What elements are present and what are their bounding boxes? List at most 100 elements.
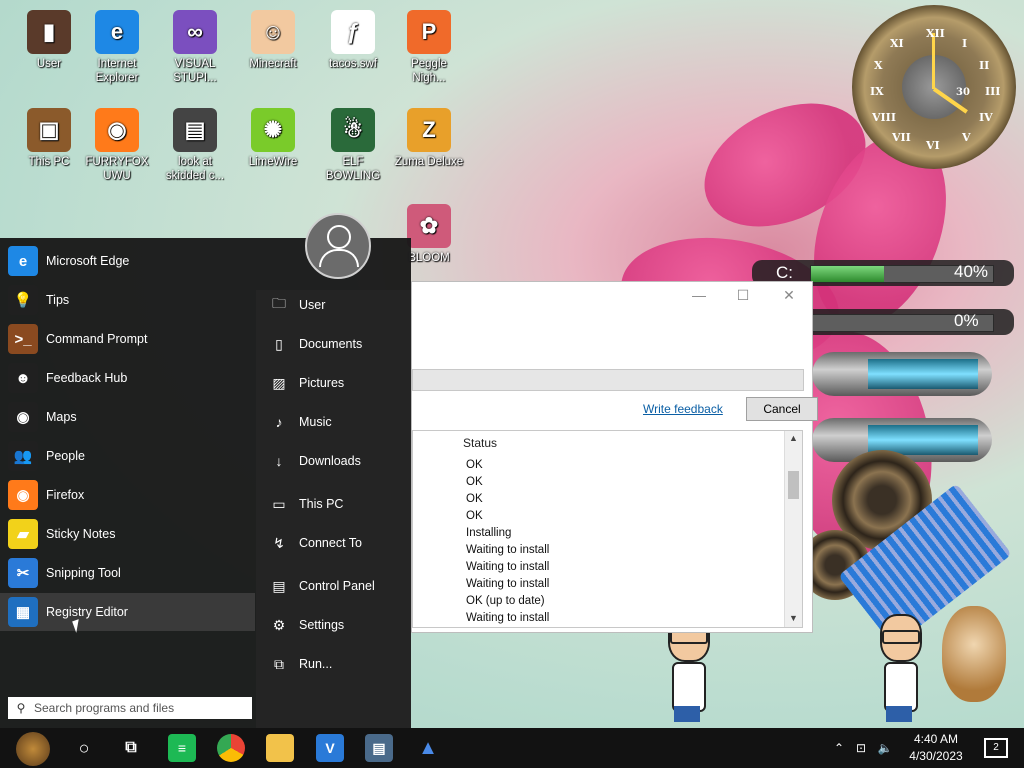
desktop-icon[interactable]: e Internet Explorer (82, 10, 152, 85)
volume-muted-icon[interactable]: 🔈 (874, 741, 896, 755)
drive-usage-fill (811, 266, 884, 282)
pictures-icon: ▨ (272, 374, 286, 391)
start-places-list: 🗀 User ▯ Documents ▨ Pictures ♪ Music ↓ Downloads… (256, 290, 411, 728)
start-search-box[interactable]: ⚲ Search programs and files (8, 697, 252, 719)
status-row: Waiting to install (466, 544, 550, 556)
status-column-header[interactable]: Status (463, 436, 497, 450)
package-status-list: Status OK OK OK OK Installing Waiting to inst… (412, 430, 803, 628)
cortana-icon[interactable]: ○ (70, 734, 98, 762)
maximize-button[interactable]: ☐ (732, 286, 754, 304)
decorative-tube (868, 359, 978, 389)
desktop-icon-image: ☃ (331, 108, 375, 152)
app-icon: e (8, 246, 38, 276)
clock-numeral: IV (979, 111, 993, 124)
app-label: Microsoft Edge (46, 254, 130, 268)
start-app-item[interactable]: ◉ Firefox (0, 476, 255, 514)
desktop-icon[interactable]: ☃ ELF BOWLING (318, 108, 388, 183)
desktop-icon-image: ▮ (27, 10, 71, 54)
drive-percent: 40% (954, 262, 989, 281)
app-label: Sticky Notes (46, 527, 116, 541)
user-avatar[interactable] (305, 213, 371, 279)
documents-icon: ▯ (275, 335, 283, 352)
desktop-icon-image: ☺ (251, 10, 295, 54)
start-app-item[interactable]: ▦ Registry Editor (0, 593, 255, 631)
start-button[interactable] (16, 732, 50, 766)
desktop-icon-label: FURRYFOX UWU (85, 156, 149, 182)
start-app-item[interactable]: ▰ Sticky Notes (0, 515, 255, 553)
desktop-icon-label: look at skidded c... (165, 156, 225, 182)
desktop-icon[interactable]: ∞ VISUAL STUPI... (160, 10, 230, 85)
status-row: OK (466, 510, 483, 522)
status-row: OK (466, 493, 483, 505)
drive-percent: 0% (954, 311, 979, 330)
start-place-item[interactable]: ▭ This PC (268, 489, 343, 519)
desktop-icon-image: P (407, 10, 451, 54)
desktop-icon[interactable]: P Peggle Nigh... (394, 10, 464, 85)
desktop-icon[interactable]: ƒ tacos.swf (318, 10, 388, 71)
scroll-down-icon[interactable]: ▼ (789, 613, 798, 623)
start-app-item[interactable]: 💡 Tips (0, 281, 255, 319)
clock-numeral: IX (870, 85, 884, 98)
chevron-up-icon[interactable]: ⌃ (830, 741, 848, 755)
desktop-icon[interactable]: Z Zuma Deluxe (394, 108, 464, 169)
connect-to-icon: ↯ (273, 534, 285, 551)
start-app-item[interactable]: ◉ Maps (0, 398, 255, 436)
clock-numeral: X (874, 59, 883, 72)
user-folder-icon: 🗀 (272, 295, 286, 311)
scroll-up-icon[interactable]: ▲ (789, 433, 798, 443)
desktop-icon-image: ◉ (95, 108, 139, 152)
start-place-item[interactable]: ↓ Downloads (268, 446, 361, 476)
start-place-item[interactable]: ▤ Control Panel (268, 571, 374, 601)
clock-gadget: XII I II III IV V VI VII VIII IX X XI 30 (852, 5, 1016, 169)
desktop-icon-label: LimeWire (248, 156, 298, 168)
network-icon[interactable]: ⊡ (848, 741, 874, 755)
desktop-icon[interactable]: ▮ User (14, 10, 84, 71)
start-app-item[interactable]: ✂ Snipping Tool (0, 554, 255, 592)
place-label: This PC (299, 497, 344, 511)
start-app-item[interactable]: >_ Command Prompt (0, 320, 255, 358)
desktop-icon[interactable]: ✺ LimeWire (238, 108, 308, 169)
spreadsheet-app-icon[interactable]: ≡ (168, 734, 196, 762)
desktop-icon[interactable]: ▤ look at skidded c... (160, 108, 230, 183)
write-feedback-link[interactable]: Write feedback (643, 402, 723, 416)
desktop-icon[interactable]: ▣ This PC (14, 108, 84, 169)
clock-numeral: V (962, 131, 971, 144)
start-app-item[interactable]: e Microsoft Edge (0, 242, 255, 280)
start-place-item[interactable]: ▯ Documents (268, 329, 362, 359)
cancel-button[interactable]: Cancel (746, 397, 818, 421)
start-place-item[interactable]: ▨ Pictures (268, 368, 344, 398)
status-row: OK (466, 476, 483, 488)
start-place-item[interactable]: ⧉ Run... (268, 649, 332, 679)
clock-numeral: VI (926, 139, 940, 152)
desktop-icon-image: ✺ (251, 108, 295, 152)
network-app-icon[interactable]: ▤ (365, 734, 393, 762)
list-scrollbar[interactable]: ▲ ▼ (784, 431, 802, 627)
control-panel-icon: ▤ (272, 577, 286, 594)
start-place-item[interactable]: ⚙ Settings (268, 610, 344, 640)
start-app-item[interactable]: 👥 People (0, 437, 255, 475)
close-button[interactable]: ✕ (778, 286, 800, 304)
file-explorer-icon[interactable] (266, 734, 294, 762)
notification-center-button[interactable]: 2 (984, 738, 1008, 758)
desktop-icon[interactable]: ☺ Minecraft (238, 10, 308, 71)
installer-app-icon[interactable]: ▲ (414, 734, 442, 762)
start-place-item[interactable]: ♪ Music (268, 407, 332, 437)
desktop-icon[interactable]: ◉ FURRYFOX UWU (82, 108, 152, 183)
install-progress-bar (412, 369, 804, 391)
desktop-icon-image: e (95, 10, 139, 54)
minimize-button[interactable]: — (688, 286, 710, 304)
scrollbar-thumb[interactable] (788, 471, 799, 499)
clock-seconds-dial: 30 (956, 87, 970, 98)
app-icon: ▦ (8, 597, 38, 627)
start-place-item[interactable]: ↯ Connect To (268, 528, 362, 558)
virtualbox-app-icon[interactable]: V (316, 734, 344, 762)
start-place-item[interactable]: 🗀 User (268, 290, 325, 320)
status-row: Waiting to install (466, 578, 550, 590)
desktop-icon-image: Z (407, 108, 451, 152)
start-app-item[interactable]: ☻ Feedback Hub (0, 359, 255, 397)
taskbar-clock[interactable]: 4:40 AM 4/30/2023 (904, 731, 968, 765)
place-label: Pictures (299, 376, 345, 390)
chrome-icon[interactable] (217, 734, 245, 762)
app-icon: ✂ (8, 558, 38, 588)
task-view-icon[interactable]: ⧉ (117, 734, 145, 762)
